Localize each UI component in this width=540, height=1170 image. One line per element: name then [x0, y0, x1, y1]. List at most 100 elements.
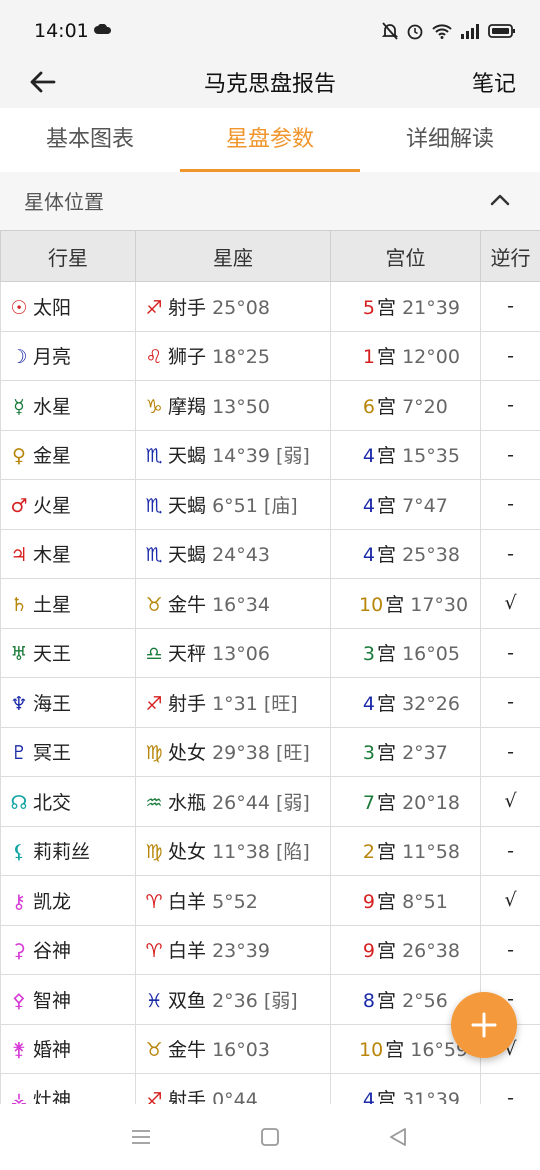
- cloud-icon: [94, 24, 111, 34]
- house-number: 9: [362, 940, 375, 963]
- sign-name: 处女: [168, 742, 207, 765]
- zodiac-glyph-icon: ♈: [145, 890, 163, 913]
- menu-nav-icon[interactable]: [130, 1126, 152, 1148]
- house-cell: 4宫 25°38: [330, 528, 481, 579]
- planet-glyph-icon: ☉: [10, 296, 28, 319]
- home-nav-icon[interactable]: [259, 1126, 281, 1148]
- sign-degree: 25°08: [212, 296, 270, 319]
- planet-glyph-icon: ☽: [10, 346, 28, 369]
- retrograde-cell: √: [480, 578, 540, 629]
- house-cell: 9宫 8°51: [330, 875, 481, 926]
- tab-detailed-reading[interactable]: 详细解读: [360, 108, 540, 172]
- zodiac-glyph-icon: ♍: [145, 742, 163, 765]
- add-button[interactable]: [451, 992, 517, 1058]
- sign-name: 射手: [168, 692, 207, 715]
- planet-glyph-icon: ♇: [10, 742, 28, 765]
- sign-cell: ♏ 天蝎 14°39 [弱]: [135, 429, 331, 480]
- zodiac-glyph-icon: ♉: [145, 593, 163, 616]
- zodiac-glyph-icon: ♏: [145, 544, 163, 567]
- section-header[interactable]: 星体位置: [0, 172, 540, 230]
- planet-glyph-icon: ⚸: [12, 841, 26, 864]
- table-row: ♆ 海王 ♐ 射手 1°31 [旺] 4 宫 32°26-: [0, 677, 540, 728]
- sign-degree: 14°39 [弱]: [212, 445, 310, 468]
- house-label: 宫: [385, 593, 405, 616]
- planet-cell: ⚴ 智神: [0, 974, 136, 1025]
- tab-chart-parameters[interactable]: 星盘参数: [180, 108, 360, 172]
- planet-cell: ♅ 天王: [0, 627, 136, 678]
- sign-name: 天蝎: [168, 544, 207, 567]
- sign-cell: ♑ 摩羯 13°50: [135, 380, 331, 431]
- planet-glyph-icon: ♂: [10, 494, 28, 517]
- planet-glyph-icon: ♅: [10, 643, 28, 666]
- sign-cell: ♎ 天秤 13°06: [135, 627, 331, 678]
- house-label: 宫: [377, 544, 397, 567]
- sign-cell: ♏ 天蝎 6°51 [庙]: [135, 479, 331, 530]
- tab-basic-chart[interactable]: 基本图表: [0, 108, 180, 172]
- sign-name: 射手: [168, 296, 207, 319]
- house-number: 3: [362, 643, 375, 666]
- house-label: 宫: [377, 890, 397, 913]
- table-row: ☉ 太阳 ♐ 射手 25°08 5 宫 21°39-: [0, 281, 540, 332]
- sign-name: 天蝎: [168, 494, 207, 517]
- sign-cell: ♈ 白羊 23°39: [135, 924, 331, 975]
- retrograde-cell: -: [480, 726, 540, 777]
- wifi-icon: [432, 24, 452, 39]
- sign-degree: 16°03: [212, 1039, 270, 1062]
- house-degree: 2°37: [402, 742, 448, 765]
- table-row: ♀ 金星 ♏ 天蝎 14°39 [弱] 4 宫 15°35-: [0, 429, 540, 480]
- house-number: 9: [362, 890, 375, 913]
- house-label: 宫: [377, 494, 397, 517]
- planet-cell: ⚸ 莉莉丝: [0, 825, 136, 876]
- sign-cell: ♌ 狮子 18°25: [135, 330, 331, 381]
- sign-name: 天秤: [168, 643, 207, 666]
- house-degree: 15°35: [402, 445, 460, 468]
- zodiac-glyph-icon: ♎: [145, 643, 163, 666]
- planet-cell: ♂ 火星: [0, 479, 136, 530]
- column-header-planet: 行星: [0, 230, 136, 282]
- zodiac-glyph-icon: ♓: [145, 989, 163, 1012]
- house-label: 宫: [377, 643, 397, 666]
- planet-name: 木星: [33, 544, 72, 567]
- back-nav-icon[interactable]: [387, 1126, 409, 1148]
- planet-cell: ☽ 月亮: [0, 330, 136, 381]
- planet-name: 智神: [33, 989, 72, 1012]
- planet-cell: ♆ 海王: [0, 677, 136, 728]
- sign-cell: ♍ 处女 29°38 [旺]: [135, 726, 331, 777]
- house-number: 10: [359, 1039, 384, 1062]
- planet-glyph-icon: ♆: [10, 692, 28, 715]
- sign-cell: ♏ 天蝎 24°43: [135, 528, 331, 579]
- house-degree: 20°18: [402, 791, 460, 814]
- house-label: 宫: [377, 841, 397, 864]
- planet-glyph-icon: ⚷: [12, 890, 26, 913]
- planet-glyph-icon: ⚴: [12, 989, 26, 1012]
- chevron-up-icon[interactable]: [488, 188, 512, 212]
- sign-cell: ♒ 水瓶 26°44 [弱]: [135, 776, 331, 827]
- planet-name: 水星: [33, 395, 72, 418]
- planet-name: 凯龙: [33, 890, 72, 913]
- house-degree: 17°30: [410, 593, 469, 616]
- retrograde-cell: √: [480, 875, 540, 926]
- planet-glyph-icon: ☿: [13, 395, 25, 418]
- house-degree: 16°05: [402, 643, 460, 666]
- retrograde-cell: -: [480, 677, 540, 728]
- house-label: 宫: [377, 791, 397, 814]
- house-degree: 7°47: [402, 494, 448, 517]
- tab-label: 星盘参数: [225, 127, 314, 152]
- table-row: ⚸ 莉莉丝 ♍ 处女 11°38 [陷] 2 宫 11°58-: [0, 825, 540, 876]
- house-degree: 21°39: [402, 296, 460, 319]
- sign-name: 水瓶: [168, 791, 207, 814]
- house-label: 宫: [377, 989, 397, 1012]
- sign-degree: 29°38 [旺]: [212, 742, 310, 765]
- house-number: 8: [362, 989, 375, 1012]
- zodiac-glyph-icon: ♈: [145, 940, 163, 963]
- notes-button[interactable]: 笔记: [472, 66, 516, 98]
- sign-degree: 2°36 [弱]: [212, 989, 298, 1012]
- sign-name: 白羊: [168, 890, 207, 913]
- table-row: ♃ 木星 ♏ 天蝎 24°43 4 宫 25°38-: [0, 528, 540, 579]
- house-number: 10: [359, 593, 384, 616]
- planet-glyph-icon: ⚵: [12, 1039, 26, 1062]
- house-degree: 2°56: [402, 989, 448, 1012]
- planet-glyph-icon: ⚳: [12, 940, 26, 963]
- sign-degree: 13°06: [212, 643, 270, 666]
- sign-cell: ♐ 射手 1°31 [旺]: [135, 677, 331, 728]
